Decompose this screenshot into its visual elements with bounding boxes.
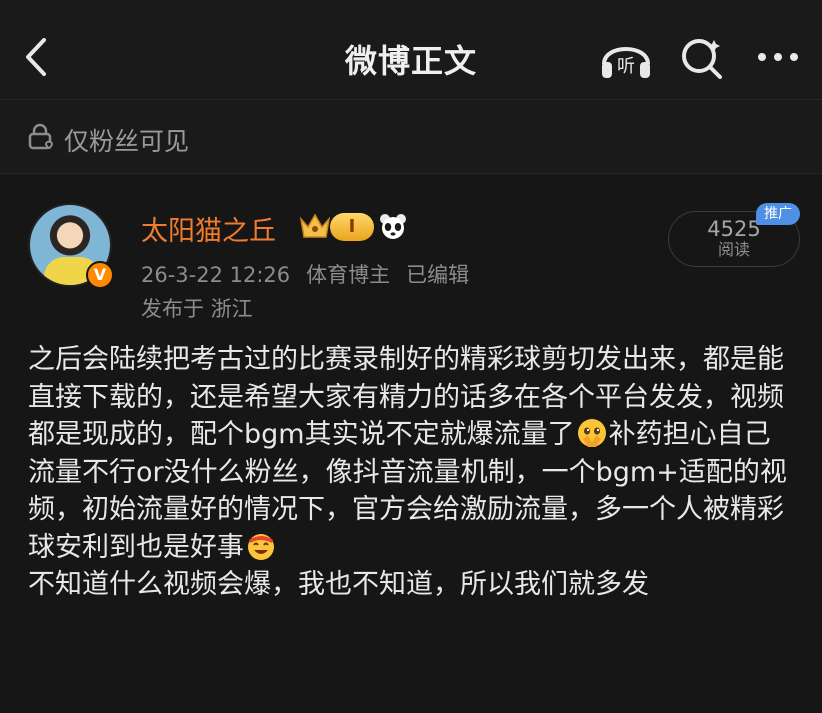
listen-label: 听 — [617, 56, 635, 77]
crown-member-icon — [299, 213, 331, 238]
panda-icon — [380, 214, 406, 239]
fans-only-lock-icon — [28, 123, 54, 150]
read-count-label: 阅读 — [717, 240, 750, 259]
author-name[interactable]: 太阳猫之丘 — [141, 209, 276, 248]
post-location: 发布于 浙江 — [141, 297, 253, 321]
post-card: V 太阳猫之丘 I 26-3-22 12:26 体育博主 已编辑 发布于 浙江 45… — [0, 175, 822, 713]
post-body: 之后会陆续把考古过的比赛录制好的精彩球剪切发出来，都是能直接下载的，还是希望大家… — [28, 341, 796, 604]
post-text-part-3: 不知道什么视频会爆，我也不知道，所以我们就多发 — [28, 569, 649, 600]
author-role: 体育博主 — [306, 263, 391, 287]
level-badge: I — [330, 213, 374, 241]
pleading-face-emoji-icon — [577, 419, 606, 447]
visibility-label: 仅粉丝可见 — [64, 127, 190, 156]
edited-label: 已编辑 — [406, 263, 470, 287]
visibility-banner: 仅粉丝可见 — [0, 100, 822, 174]
listen-headphones-icon[interactable]: 听 — [598, 34, 654, 80]
post-meta: 26-3-22 12:26 体育博主 已编辑 — [141, 259, 485, 289]
top-navigation-bar: 微博正文 听 — [0, 0, 822, 100]
more-options-icon[interactable] — [754, 40, 802, 74]
search-icon[interactable] — [678, 34, 726, 80]
verified-badge: V — [86, 261, 114, 289]
grinning-face-emoji-icon — [248, 533, 274, 560]
post-datetime: 26-3-22 12:26 — [141, 263, 291, 287]
promote-badge[interactable]: 推广 — [756, 203, 800, 225]
